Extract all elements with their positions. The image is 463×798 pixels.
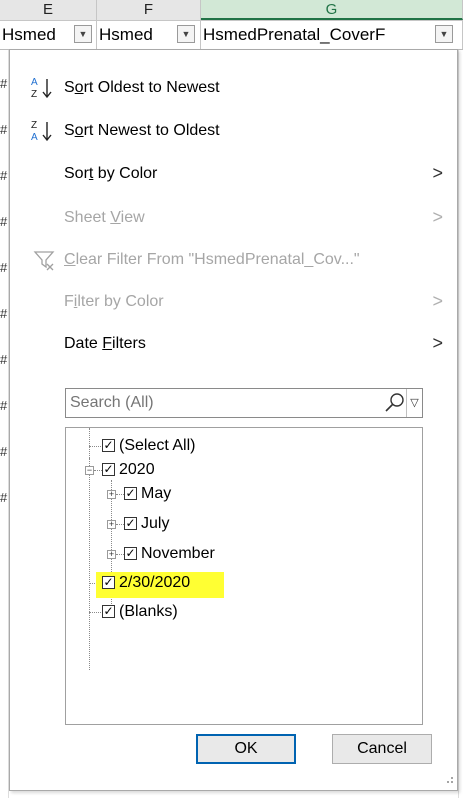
expand-icon[interactable]: + [107,550,116,559]
clear-filter-item[interactable]: Clear Filter From "HsmedPrenatal_Cov..." [10,240,457,280]
sort-descending-icon: Z A [31,120,52,143]
clear-filter-icon [33,251,55,271]
svg-text:A: A [31,77,38,88]
row-marker: # [0,260,8,275]
sheet-view-item[interactable]: Sheet View > [10,198,457,238]
menu-label: Sheet View [64,209,145,226]
menu-label: Filter by Color [64,293,164,310]
sort-by-color-item[interactable]: Sort by Color > [10,154,457,194]
expand-icon[interactable]: + [107,520,116,529]
sheet-edge [458,50,463,798]
cell-column-edge: # # # # # # # # # # [0,50,9,798]
list-item-date[interactable]: ✓ 2/30/2020 [66,571,422,595]
list-item-month-november[interactable]: + ✓ November [66,542,422,566]
row-marker: # [0,76,8,91]
cancel-button[interactable]: Cancel [332,734,432,764]
sort-oldest-to-newest-item[interactable]: A Z Sort Oldest to Newest [10,68,457,108]
sort-newest-to-oldest-item[interactable]: Z A Sort Newest to Oldest [10,111,457,151]
column-header-bar: E F G [0,0,463,21]
filter-by-color-item[interactable]: Filter by Color > [10,282,457,322]
year-checkbox[interactable]: ✓ [102,463,115,476]
search-input[interactable] [66,389,390,417]
month-checkbox[interactable]: ✓ [124,547,137,560]
chevron-down-icon[interactable]: ▽ [406,389,422,417]
date-checkbox[interactable]: ✓ [102,576,115,589]
header-cell-e[interactable]: Hsmed ▼ [0,21,97,49]
row-marker: # [0,352,8,367]
header-cell-g[interactable]: HsmedPrenatal_CoverF ▼ [201,21,463,49]
row-marker: # [0,122,8,137]
row-marker: # [0,444,8,459]
filter-values-tree: ✓ (Select All) − ✓ 2020 + ✓ May + ✓ July… [65,427,423,725]
list-item-select-all[interactable]: ✓ (Select All) [66,434,422,458]
search-box: ▽ [65,388,423,418]
header-cell-f[interactable]: Hsmed ▼ [97,21,201,49]
autofilter-dropdown-panel: A Z Sort Oldest to Newest Z A Sort Newes… [9,49,458,791]
menu-label: Clear Filter From "HsmedPrenatal_Cov..." [64,251,360,268]
svg-text:A: A [31,132,38,143]
table-header-row: Hsmed ▼ Hsmed ▼ HsmedPrenatal_CoverF ▼ [0,21,463,50]
resize-grip-icon[interactable] [442,772,454,784]
sort-ascending-icon: A Z [31,77,52,100]
collapse-icon[interactable]: − [85,466,94,475]
row-marker: # [0,168,8,183]
chevron-right-icon: > [432,163,443,183]
list-item-year-2020[interactable]: − ✓ 2020 [66,458,422,482]
chevron-right-icon: > [432,207,443,227]
filter-dropdown-button-g[interactable]: ▼ [435,25,453,43]
ok-button[interactable]: OK [196,734,296,764]
column-header-f[interactable]: F [97,0,201,20]
list-item-month-may[interactable]: + ✓ May [66,482,422,506]
list-item-month-july[interactable]: + ✓ July [66,512,422,536]
menu-label: Sort by Color [64,165,158,182]
menu-label: Sort Oldest to Newest [64,79,220,96]
chevron-right-icon: > [432,333,443,353]
column-header-e[interactable]: E [0,0,97,20]
row-marker: # [0,398,8,413]
list-item-blanks[interactable]: ✓ (Blanks) [66,600,422,624]
column-header-g[interactable]: G [201,0,463,20]
svg-text:Z: Z [31,120,37,131]
svg-text:Z: Z [31,89,37,100]
filter-dropdown-button-f[interactable]: ▼ [177,25,195,43]
row-marker: # [0,214,8,229]
date-filters-item[interactable]: Date Filters > [10,324,457,364]
row-marker: # [0,490,8,505]
month-checkbox[interactable]: ✓ [124,487,137,500]
month-checkbox[interactable]: ✓ [124,517,137,530]
select-all-checkbox[interactable]: ✓ [102,439,115,452]
chevron-right-icon: > [432,291,443,311]
filter-dropdown-button-e[interactable]: ▼ [74,25,92,43]
expand-icon[interactable]: + [107,490,116,499]
search-icon[interactable] [384,392,406,414]
blanks-checkbox[interactable]: ✓ [102,605,115,618]
menu-label: Date Filters [64,335,146,352]
row-marker: # [0,306,8,321]
menu-label: Sort Newest to Oldest [64,122,220,139]
